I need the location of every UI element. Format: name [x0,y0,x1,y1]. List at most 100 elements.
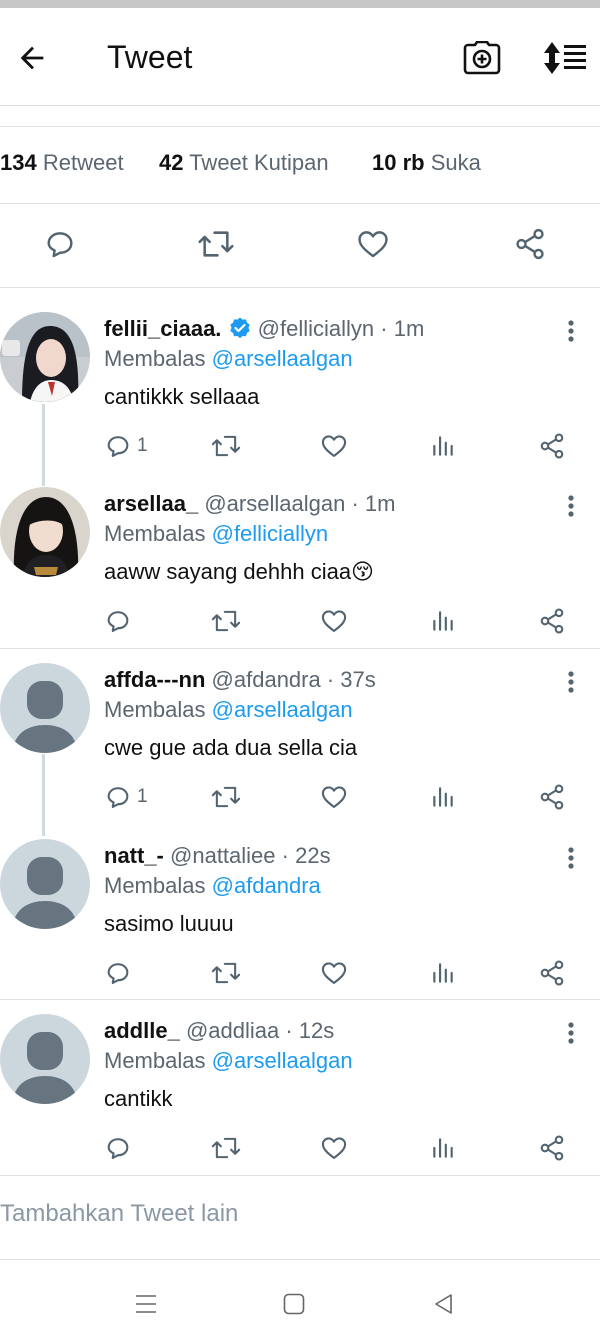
share-button[interactable] [538,428,566,464]
back-triangle-icon [435,1294,452,1314]
more-options-button[interactable] [558,491,584,521]
mention-link[interactable]: @felliciallyn [212,521,328,546]
analytics-icon [433,1138,453,1158]
more-vertical-icon [568,671,574,693]
replying-to-label: Membalas [104,873,206,898]
like-stat[interactable]: 10 rb Suka [372,150,481,176]
retweet-button[interactable] [210,1130,242,1166]
quote-label: Tweet Kutipan [189,150,329,175]
analytics-button[interactable] [430,1130,456,1166]
nav-menu-button[interactable] [126,1284,166,1324]
like-count: 10 rb [372,150,425,175]
avatar[interactable] [0,312,90,402]
replying-to-label: Membalas [104,697,206,722]
analytics-icon [433,611,453,631]
reply-count: 1 [137,786,148,807]
retweet-button[interactable] [210,428,242,464]
more-options-button[interactable] [558,667,584,697]
share-icon [540,960,564,986]
retweet-stat[interactable]: 134 Retweet [0,150,124,176]
share-button[interactable] [538,955,566,991]
mention-link[interactable]: @arsellaalgan [212,1048,353,1073]
analytics-icon [433,787,453,807]
user-handle: @afdandra [211,667,321,692]
share-button[interactable] [538,779,566,815]
retweet-count: 134 [0,150,37,175]
mention-link[interactable]: @arsellaalgan [212,697,353,722]
reply-action-bar: 1 [0,779,600,819]
share-icon [540,1135,564,1161]
like-button[interactable] [320,1130,348,1166]
retweet-button[interactable] [210,955,242,991]
camera-plus-icon [463,41,501,75]
share-icon [516,228,544,260]
timestamp: · 1m [351,491,396,516]
reply-button[interactable]: 1 [104,428,148,464]
analytics-button[interactable] [430,955,456,991]
like-button[interactable] [320,603,348,639]
back-button[interactable] [10,36,54,80]
reply-icon [107,611,129,632]
retweet-button[interactable] [210,779,242,815]
avatar[interactable] [0,487,90,577]
compose-tweet-input[interactable]: Tambahkan Tweet lain [0,1200,238,1228]
timestamp: · 1m [380,316,425,341]
mention-link[interactable]: @afdandra [212,873,321,898]
default-avatar[interactable] [0,839,90,929]
more-options-button[interactable] [558,316,584,346]
display-name[interactable]: fellii_ciaaa. [104,316,221,341]
display-name[interactable]: natt_- [104,843,164,868]
reply-button[interactable] [104,955,137,991]
replying-to-label: Membalas [104,521,206,546]
default-avatar[interactable] [0,663,90,753]
share-button[interactable] [508,222,552,266]
analytics-button[interactable] [430,779,456,815]
display-name[interactable]: addlle_ [104,1018,180,1043]
reply-button[interactable]: 1 [104,779,148,815]
quote-stat[interactable]: 42 Tweet Kutipan [159,150,329,176]
quote-count: 42 [159,150,184,175]
nav-home-button[interactable] [274,1284,314,1324]
mention-link[interactable]: @arsellaalgan [212,346,353,371]
more-vertical-icon [568,495,574,517]
camera-button[interactable] [460,36,504,80]
reply-button[interactable] [104,1130,137,1166]
retweet-button[interactable] [210,603,242,639]
user-handle: @addliaa [185,1018,280,1043]
retweet-icon [211,786,241,808]
reply-icon [107,963,129,984]
reply-count: 1 [137,435,148,456]
replying-to-label: Membalas [104,346,206,371]
heart-icon [321,435,347,457]
divider [0,287,600,288]
replying-to: Membalas @arsellaalgan [104,697,353,723]
more-options-button[interactable] [558,843,584,873]
like-button[interactable] [320,428,348,464]
like-button[interactable] [351,222,395,266]
reply-button[interactable] [38,222,82,266]
reply-header: affda---nn @afdandra · 37s [104,667,376,693]
display-name[interactable]: arsellaa_ [104,491,198,516]
divider [0,126,600,127]
analytics-button[interactable] [430,603,456,639]
replying-to-label: Membalas [104,1048,206,1073]
more-options-button[interactable] [558,1018,584,1048]
analytics-button[interactable] [430,428,456,464]
default-avatar[interactable] [0,1014,90,1104]
sort-replies-button[interactable] [540,36,590,80]
like-button[interactable] [320,955,348,991]
display-name[interactable]: affda---nn [104,667,205,692]
share-button[interactable] [538,603,566,639]
like-button[interactable] [320,779,348,815]
reply-button[interactable] [104,603,137,639]
nav-back-button[interactable] [424,1284,464,1324]
retweet-button[interactable] [194,222,238,266]
share-button[interactable] [538,1130,566,1166]
home-square-icon [283,1293,305,1315]
timestamp: · 37s [326,667,376,692]
divider [0,1175,600,1176]
share-icon [540,608,564,634]
tweet-text: cantikk [104,1086,173,1111]
retweet-icon [211,435,241,457]
tweet-text: cwe gue ada dua sella cia [104,735,358,760]
